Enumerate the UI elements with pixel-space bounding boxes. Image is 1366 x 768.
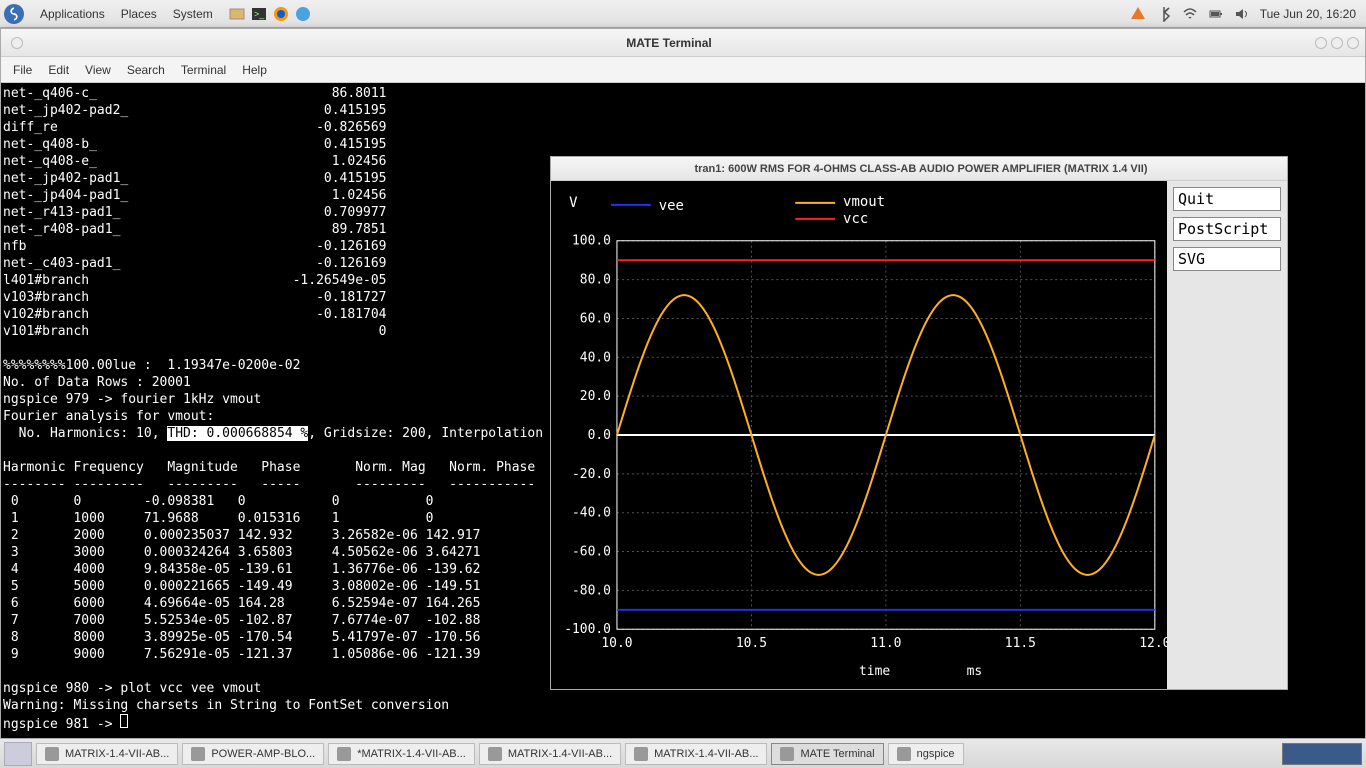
svg-text:-60.0: -60.0 (572, 545, 611, 560)
volume-icon[interactable] (1234, 6, 1250, 22)
quit-button[interactable]: Quit (1173, 187, 1281, 211)
show-desktop-button[interactable] (4, 742, 32, 766)
svg-text:100.0: 100.0 (572, 234, 611, 249)
plot-button-panel: Quit PostScript SVG (1167, 181, 1287, 689)
taskbar-item-label: ngspice (917, 748, 955, 760)
taskbar-item-label: MATE Terminal (800, 748, 874, 760)
top-panel: Applications Places System >_ Tue Jun 20… (0, 0, 1366, 28)
svg-text:10.5: 10.5 (736, 636, 767, 651)
svg-text:20.0: 20.0 (580, 389, 611, 404)
battery-icon[interactable] (1208, 6, 1224, 22)
bottom-panel: MATRIX-1.4-VII-AB... POWER-AMP-BLO... *MAT… (0, 738, 1366, 768)
plot-canvas: -100.0 -80.0 -60.0 -40.0 -20.0 0.0 20.0 40.0 60.… (551, 181, 1167, 689)
taskbar-item[interactable]: MATRIX-1.4-VII-AB... (36, 743, 178, 765)
terminal-titlebar[interactable]: MATE Terminal (1, 29, 1365, 57)
svg-text:12.0: 12.0 (1139, 636, 1167, 651)
app-launcher-icon[interactable] (295, 6, 311, 22)
taskbar-item-label: MATRIX-1.4-VII-AB... (65, 748, 169, 760)
svg-text:-40.0: -40.0 (572, 506, 611, 521)
menu-view[interactable]: View (77, 63, 119, 77)
taskbar-item[interactable]: *MATRIX-1.4-VII-AB... (328, 743, 475, 765)
maximize-button[interactable] (1331, 37, 1343, 49)
taskbar-item[interactable]: MATRIX-1.4-VII-AB... (625, 743, 767, 765)
taskbar-item[interactable]: MATE Terminal (771, 743, 883, 765)
app-icon (488, 747, 502, 761)
firefox-launcher-icon[interactable] (273, 6, 289, 22)
terminal-launcher-icon[interactable]: >_ (251, 6, 267, 22)
svg-text:80.0: 80.0 (580, 273, 611, 288)
files-launcher-icon[interactable] (229, 6, 245, 22)
taskbar-item[interactable]: POWER-AMP-BLO... (182, 743, 324, 765)
wifi-icon[interactable] (1182, 6, 1198, 22)
taskbar-item-label: MATRIX-1.4-VII-AB... (654, 748, 758, 760)
system-menu[interactable]: System (165, 7, 221, 21)
menu-edit[interactable]: Edit (40, 63, 77, 77)
svg-text:ms: ms (967, 664, 983, 679)
svg-text:>_: >_ (254, 9, 265, 19)
close-button[interactable] (1347, 37, 1359, 49)
app-icon (780, 747, 794, 761)
minimize-button[interactable] (1315, 37, 1327, 49)
menu-file[interactable]: File (5, 63, 40, 77)
svg-text:11.0: 11.0 (870, 636, 901, 651)
taskbar-item[interactable]: ngspice (888, 743, 964, 765)
svg-text:-80.0: -80.0 (572, 583, 611, 598)
app-icon (191, 747, 205, 761)
terminal-menubar: File Edit View Search Terminal Help (1, 57, 1365, 83)
postscript-button[interactable]: PostScript (1173, 217, 1281, 241)
svg-text:11.5: 11.5 (1005, 636, 1036, 651)
terminal-title: MATE Terminal (27, 36, 1311, 50)
svg-text:V: V (569, 195, 577, 211)
svg-text:vcc: vcc (843, 211, 868, 227)
plot-titlebar[interactable]: tran1: 600W RMS FOR 4-OHMS CLASS-AB AUDI… (551, 157, 1287, 181)
applications-menu[interactable]: Applications (32, 7, 113, 21)
system-tray: Tue Jun 20, 16:20 (1130, 6, 1362, 22)
svg-text:10.0: 10.0 (601, 636, 632, 651)
plot-title: tran1: 600W RMS FOR 4-OHMS CLASS-AB AUDI… (561, 163, 1281, 175)
places-menu[interactable]: Places (113, 7, 165, 21)
workspace-switcher[interactable] (1282, 743, 1362, 765)
svg-text:40.0: 40.0 (580, 350, 611, 365)
svg-text:vee: vee (659, 198, 684, 214)
taskbar-item-label: POWER-AMP-BLO... (211, 748, 315, 760)
svg-text:-20.0: -20.0 (572, 467, 611, 482)
bluetooth-icon[interactable] (1156, 6, 1172, 22)
taskbar-item-label: *MATRIX-1.4-VII-AB... (357, 748, 466, 760)
svg-text:time: time (859, 664, 890, 679)
ngspice-plot-window: tran1: 600W RMS FOR 4-OHMS CLASS-AB AUDI… (550, 156, 1288, 690)
svg-text:-100.0: -100.0 (564, 622, 611, 637)
taskbar-item[interactable]: MATRIX-1.4-VII-AB... (479, 743, 621, 765)
fedora-logo-icon[interactable] (4, 4, 24, 24)
app-icon (634, 747, 648, 761)
svg-text:60.0: 60.0 (580, 311, 611, 326)
svg-text:vmout: vmout (843, 194, 885, 210)
svg-button[interactable]: SVG (1173, 247, 1281, 271)
app-icon (897, 747, 911, 761)
app-icon (45, 747, 59, 761)
svg-text:0.0: 0.0 (588, 428, 611, 443)
updates-icon[interactable] (1130, 6, 1146, 22)
app-icon (337, 747, 351, 761)
clock[interactable]: Tue Jun 20, 16:20 (1260, 7, 1356, 21)
menu-help[interactable]: Help (234, 63, 275, 77)
window-menu-icon[interactable] (11, 37, 23, 49)
taskbar-item-label: MATRIX-1.4-VII-AB... (508, 748, 612, 760)
menu-terminal[interactable]: Terminal (173, 63, 234, 77)
menu-search[interactable]: Search (119, 63, 173, 77)
